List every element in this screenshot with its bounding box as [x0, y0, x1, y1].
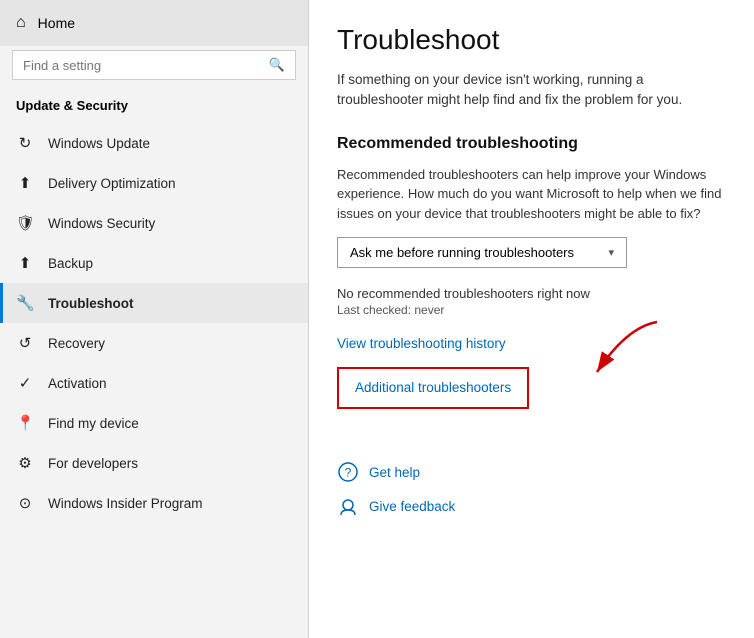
delivery-optimization-icon: ⬆: [16, 174, 34, 192]
sidebar-home-label: Home: [38, 15, 75, 31]
sidebar-item-label: For developers: [48, 456, 138, 471]
sidebar-item-windows-security[interactable]: 🛡 Windows Security: [0, 203, 308, 243]
find-my-device-icon: 📍: [16, 414, 34, 432]
status-text: No recommended troubleshooters right now: [337, 286, 726, 301]
sidebar-item-troubleshoot[interactable]: 🔧 Troubleshoot: [0, 283, 308, 323]
sidebar-item-label: Troubleshoot: [48, 296, 134, 311]
get-help-label: Get help: [369, 465, 420, 480]
sidebar: ⌂ Home 🔍 Update & Security ↻ Windows Upd…: [0, 0, 308, 638]
sidebar-item-label: Backup: [48, 256, 93, 271]
chevron-down-icon: ▾: [608, 246, 614, 259]
sidebar-item-windows-insider[interactable]: ⊙ Windows Insider Program: [0, 483, 308, 523]
sidebar-item-windows-update[interactable]: ↻ Windows Update: [0, 123, 308, 163]
get-help-row[interactable]: ? Get help: [337, 461, 726, 483]
sidebar-item-label: Find my device: [48, 416, 139, 431]
give-feedback-row[interactable]: Give feedback: [337, 495, 726, 517]
sidebar-item-label: Windows Update: [48, 136, 150, 151]
main-content: Troubleshoot If something on your device…: [309, 0, 754, 638]
sidebar-item-label: Delivery Optimization: [48, 176, 176, 191]
additional-troubleshooters-link[interactable]: Additional troubleshooters: [355, 380, 511, 395]
additional-troubleshooters-box: Additional troubleshooters: [337, 367, 529, 409]
get-help-icon: ?: [337, 461, 359, 483]
section-title: Update & Security: [0, 92, 308, 123]
give-feedback-label: Give feedback: [369, 499, 455, 514]
search-box[interactable]: 🔍: [12, 50, 296, 80]
windows-security-icon: 🛡: [16, 214, 34, 232]
backup-icon: ⬆: [16, 254, 34, 272]
intro-text: If something on your device isn't workin…: [337, 70, 726, 111]
sidebar-item-delivery-optimization[interactable]: ⬆ Delivery Optimization: [0, 163, 308, 203]
sidebar-item-find-my-device[interactable]: 📍 Find my device: [0, 403, 308, 443]
sidebar-item-label: Activation: [48, 376, 107, 391]
page-title: Troubleshoot: [337, 24, 726, 56]
search-input[interactable]: [23, 58, 261, 73]
windows-update-icon: ↻: [16, 134, 34, 152]
activation-icon: ✓: [16, 374, 34, 392]
recommended-heading: Recommended troubleshooting: [337, 135, 726, 153]
sidebar-item-activation[interactable]: ✓ Activation: [0, 363, 308, 403]
sidebar-item-recovery[interactable]: ↺ Recovery: [0, 323, 308, 363]
dropdown-value: Ask me before running troubleshooters: [350, 245, 574, 260]
home-icon: ⌂: [16, 14, 26, 32]
windows-insider-icon: ⊙: [16, 494, 34, 512]
svg-text:?: ?: [345, 466, 352, 480]
troubleshoot-icon: 🔧: [16, 294, 34, 312]
sidebar-item-label: Windows Security: [48, 216, 155, 231]
sidebar-item-home[interactable]: ⌂ Home: [0, 0, 308, 46]
search-icon: 🔍: [269, 57, 285, 73]
arrow-decoration: [567, 317, 677, 387]
status-sub: Last checked: never: [337, 303, 726, 317]
sidebar-item-label: Windows Insider Program: [48, 496, 203, 511]
recommended-desc: Recommended troubleshooters can help imp…: [337, 165, 726, 224]
for-developers-icon: ⚙: [16, 454, 34, 472]
sidebar-item-backup[interactable]: ⬆ Backup: [0, 243, 308, 283]
sidebar-item-label: Recovery: [48, 336, 105, 351]
give-feedback-icon: [337, 495, 359, 517]
sidebar-item-for-developers[interactable]: ⚙ For developers: [0, 443, 308, 483]
troubleshooter-dropdown[interactable]: Ask me before running troubleshooters ▾: [337, 237, 627, 268]
view-history-link[interactable]: View troubleshooting history: [337, 336, 506, 351]
recovery-icon: ↺: [16, 334, 34, 352]
